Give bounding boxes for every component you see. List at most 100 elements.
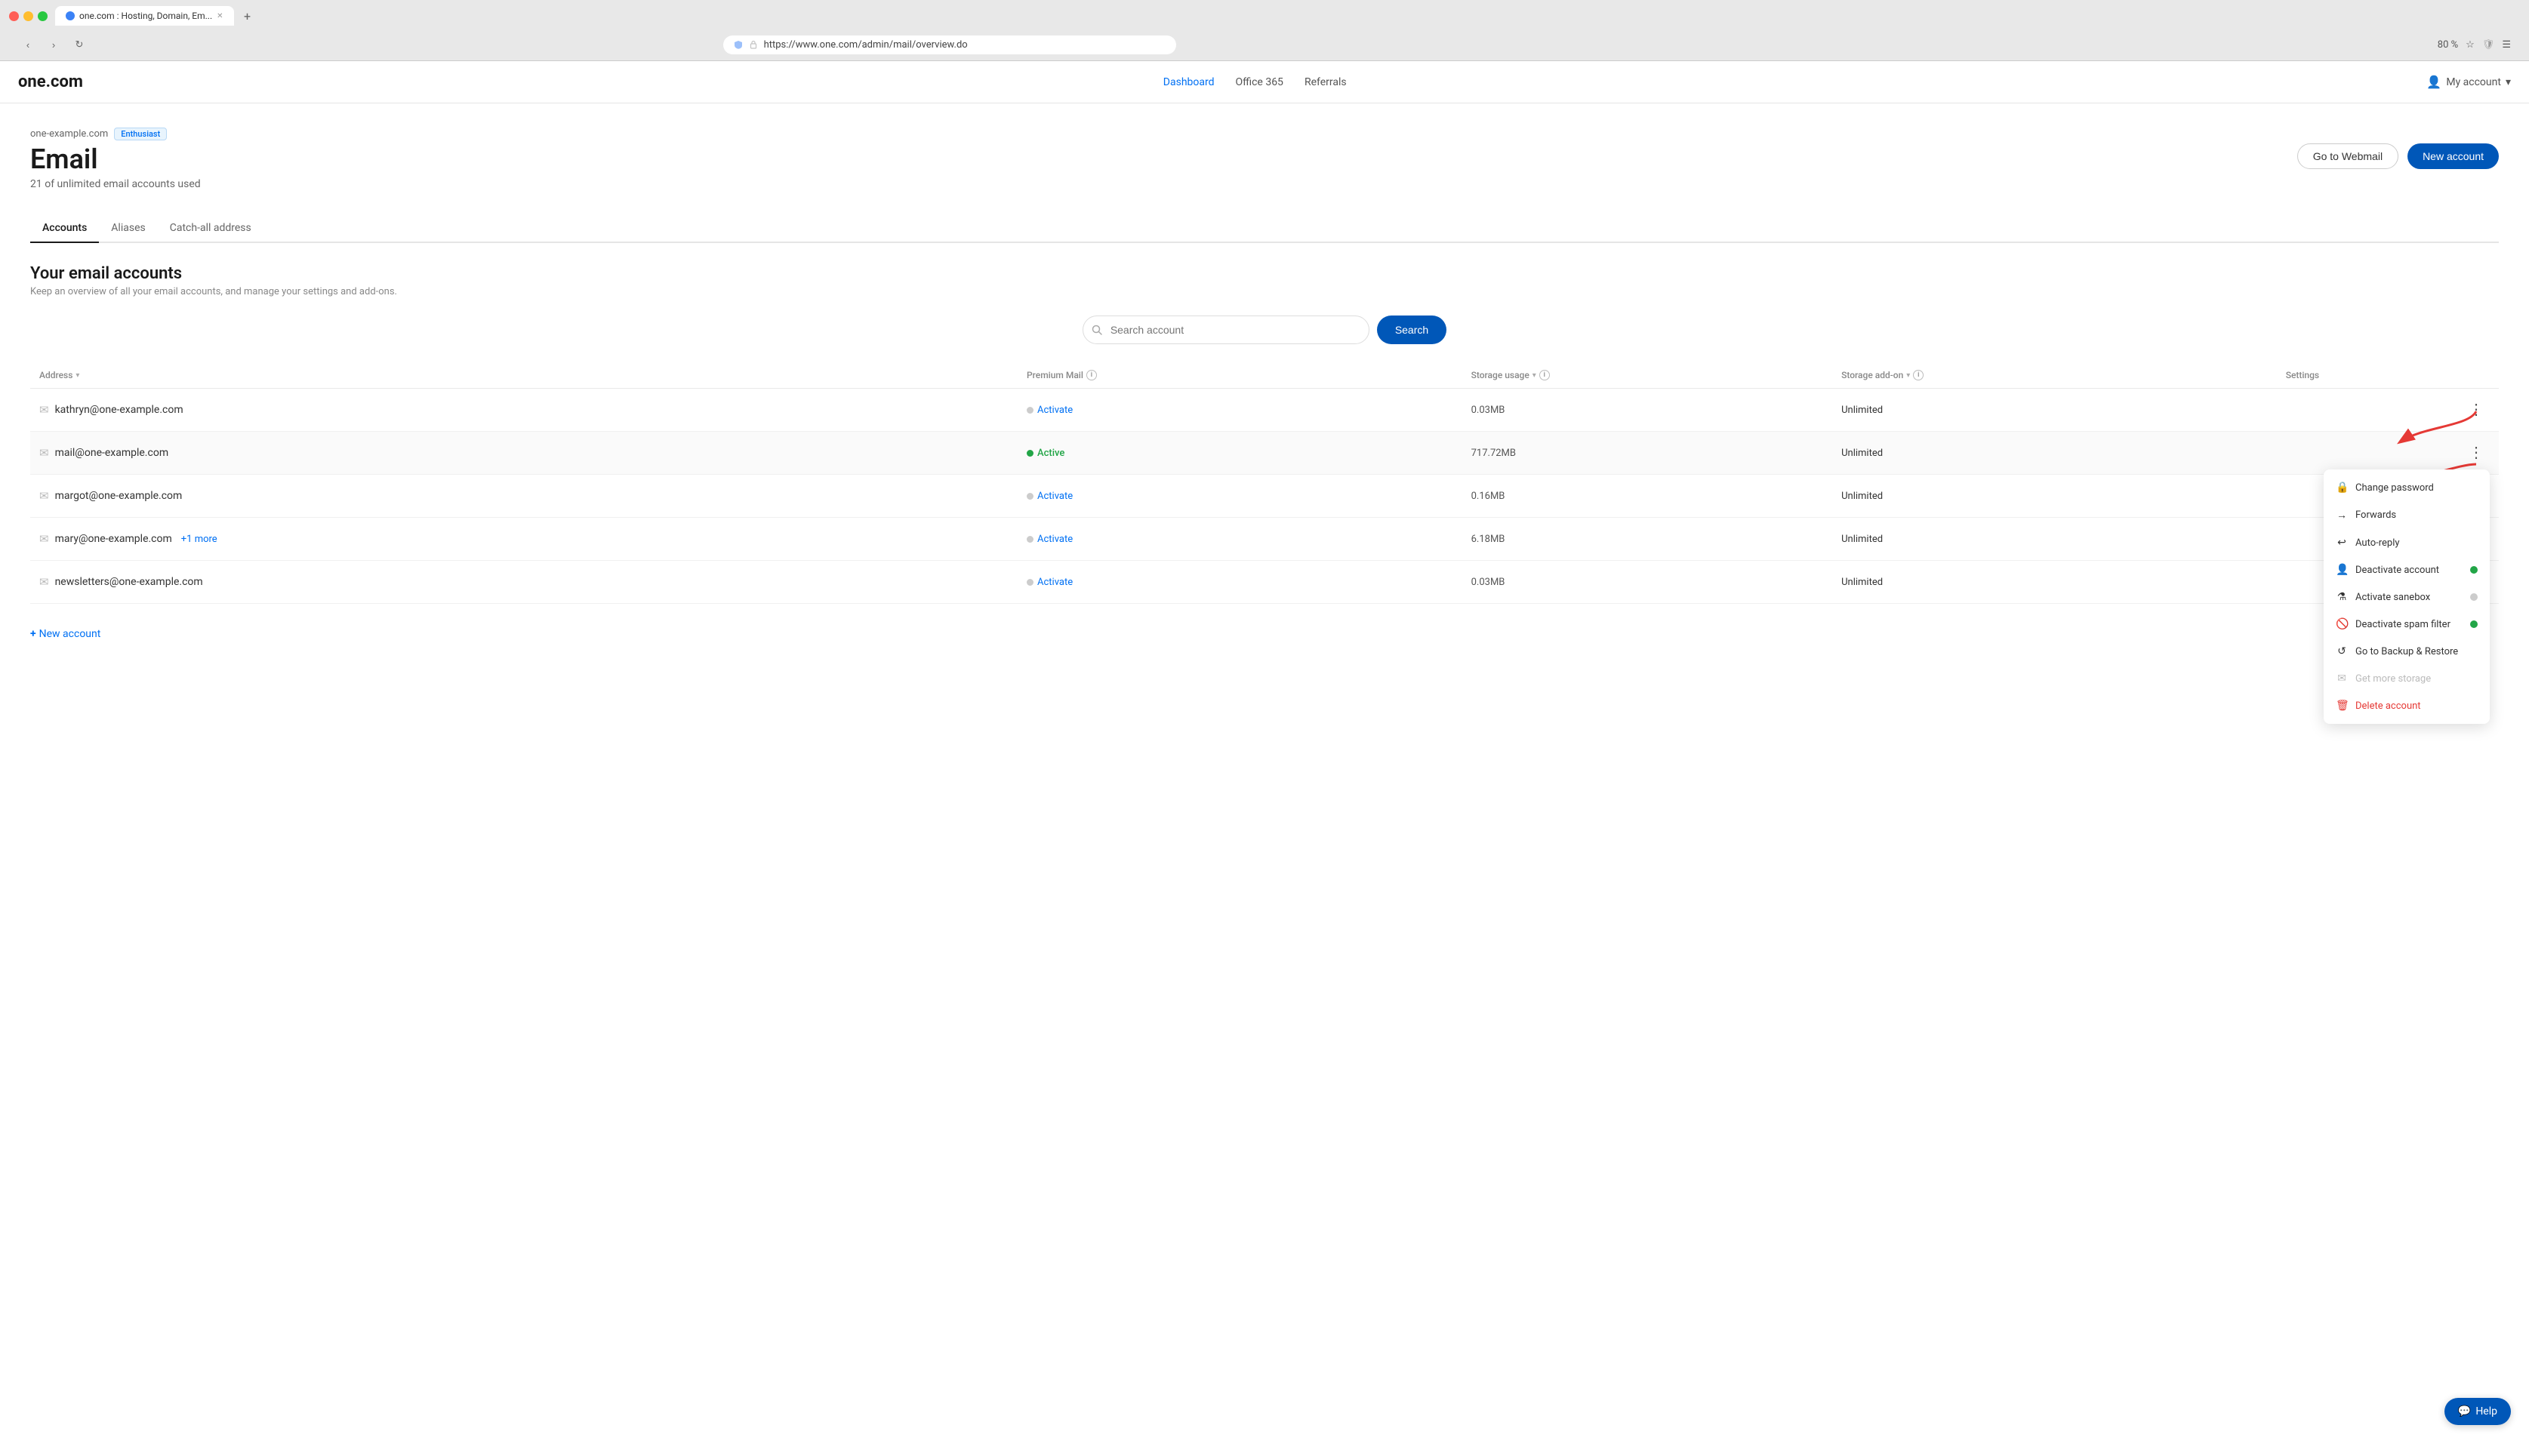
domain-name: one-example.com <box>30 128 108 140</box>
row-menu-btn-active[interactable]: ⋮ <box>2463 442 2490 463</box>
tab-accounts[interactable]: Accounts <box>30 214 99 243</box>
page-subtitle: 21 of unlimited email accounts used <box>30 178 201 190</box>
help-button[interactable]: 💬 Help <box>2444 1398 2511 1425</box>
dropdown-sanebox[interactable]: ⚗ Activate sanebox <box>2324 583 2490 611</box>
activate-status[interactable]: Activate <box>1027 405 1453 416</box>
settings-col-wrap: ⋮ 🔒 Change password → Forwar <box>2286 442 2490 463</box>
row-menu-btn[interactable]: ⋮ <box>2463 399 2490 420</box>
row-address-cell: ✉ mary@one-example.com +1 more <box>30 518 1018 561</box>
forward-btn[interactable]: › <box>44 35 63 54</box>
bookmark-icon[interactable]: ☆ <box>2466 39 2475 51</box>
dropdown-more-storage: ✉ Get more storage <box>2324 665 2490 692</box>
nav-office365[interactable]: Office 365 <box>1236 76 1283 88</box>
trash-icon: 🗑 <box>2336 700 2348 712</box>
email-user-icon: ✉ <box>39 575 49 589</box>
row-addon-cell: Unlimited <box>1832 475 2277 518</box>
activate-status[interactable]: Activate <box>1027 534 1453 545</box>
email-user-icon: ✉ <box>39 532 49 546</box>
dropdown-backup[interactable]: ↺ Go to Backup & Restore <box>2324 638 2490 665</box>
activate-status[interactable]: Activate <box>1027 491 1453 502</box>
row-addon-cell: Unlimited <box>1832 389 2277 432</box>
maximize-window-btn[interactable] <box>38 11 48 21</box>
new-account-button[interactable]: New account <box>2407 143 2499 169</box>
row-storage-cell: 6.18MB <box>1462 518 1833 561</box>
table-row: ✉ mail@one-example.com Active 717.72MB <box>30 432 2499 475</box>
email-extra-label: +1 more <box>181 534 217 545</box>
account-icon: 👤 <box>2426 75 2441 89</box>
email-address-wrap: ✉ kathryn@one-example.com <box>39 403 1009 417</box>
table-row: ✉ margot@one-example.com Activate 0.16MB <box>30 475 2499 518</box>
row-address-cell: ✉ margot@one-example.com <box>30 475 1018 518</box>
dropdown-label: Change password <box>2355 482 2434 494</box>
dropdown-deactivate-account[interactable]: 👤 Deactivate account <box>2324 556 2490 583</box>
row-premium-cell: Activate <box>1018 389 1462 432</box>
email-user-icon: ✉ <box>39 489 49 503</box>
email-table-wrap: Address ▾ Premium Mail i Storage usage <box>30 362 2499 604</box>
url-bar[interactable]: https://www.one.com/admin/mail/overview.… <box>723 35 1176 54</box>
row-addon-cell: Unlimited <box>1832 561 2277 604</box>
envelope-icon: ✉ <box>2336 673 2348 685</box>
go-to-webmail-button[interactable]: Go to Webmail <box>2297 143 2398 169</box>
dropdown-forwards[interactable]: → Forwards <box>2324 501 2490 529</box>
addon-value: Unlimited <box>1841 405 1883 416</box>
tab-catch-all[interactable]: Catch-all address <box>158 214 263 243</box>
tab-close-btn[interactable]: ✕ <box>217 12 223 20</box>
dropdown-label: Deactivate spam filter <box>2355 619 2450 630</box>
close-window-btn[interactable] <box>9 11 19 21</box>
storage-value: 717.72MB <box>1471 448 1516 459</box>
addon-sort-icon[interactable]: ▾ <box>1906 371 1910 380</box>
addon-value: Unlimited <box>1841 534 1883 545</box>
row-addon-cell: Unlimited <box>1832 432 2277 475</box>
nav-dashboard[interactable]: Dashboard <box>1163 76 1215 88</box>
premium-info-icon[interactable]: i <box>1086 370 1097 380</box>
addon-value: Unlimited <box>1841 448 1883 459</box>
email-address: mail@one-example.com <box>55 447 169 459</box>
page-title: Email <box>30 143 201 175</box>
back-btn[interactable]: ‹ <box>18 35 38 54</box>
status-indicator-green2 <box>2470 620 2478 628</box>
new-tab-btn[interactable]: + <box>239 7 257 25</box>
storage-value: 0.16MB <box>1471 491 1505 502</box>
new-account-link[interactable]: + New account <box>30 628 100 640</box>
menu-icon[interactable]: ☰ <box>2502 39 2511 51</box>
domain-label: one-example.com Enthusiast <box>30 128 2499 140</box>
status-label: Activate <box>1037 534 1073 545</box>
minimize-window-btn[interactable] <box>23 11 33 21</box>
row-address-cell: ✉ mail@one-example.com <box>30 432 1018 475</box>
browser-tab[interactable]: one.com : Hosting, Domain, Em... ✕ <box>55 6 234 26</box>
addon-value: Unlimited <box>1841 491 1883 502</box>
lock-icon: 🔒 <box>2336 482 2348 494</box>
tab-bar: one.com : Hosting, Domain, Em... ✕ + <box>55 6 257 26</box>
reply-icon: ↩ <box>2336 537 2348 549</box>
email-user-icon: ✉ <box>39 403 49 417</box>
search-button[interactable]: Search <box>1377 316 1446 344</box>
col-address-header: Address ▾ <box>30 362 1018 389</box>
col-storage-header: Storage usage ▾ i <box>1462 362 1833 389</box>
email-table: Address ▾ Premium Mail i Storage usage <box>30 362 2499 604</box>
my-account-menu[interactable]: 👤 My account ▾ <box>2426 75 2511 89</box>
help-chat-icon: 💬 <box>2458 1405 2471 1418</box>
status-label: Activate <box>1037 405 1073 416</box>
shield-status-icon: 🛡 <box>2482 39 2495 51</box>
addon-info-icon[interactable]: i <box>1913 370 1924 380</box>
storage-info-icon[interactable]: i <box>1539 370 1550 380</box>
row-storage-cell: 0.03MB <box>1462 389 1833 432</box>
dropdown-label: Activate sanebox <box>2355 592 2430 603</box>
email-address: kathryn@one-example.com <box>55 404 183 416</box>
address-sort-icon[interactable]: ▾ <box>75 371 79 380</box>
active-status[interactable]: Active <box>1027 448 1453 459</box>
storage-sort-icon[interactable]: ▾ <box>1532 371 1536 380</box>
dropdown-autoreply[interactable]: ↩ Auto-reply <box>2324 529 2490 556</box>
activate-status[interactable]: Activate <box>1027 577 1453 588</box>
col-premium-header: Premium Mail i <box>1018 362 1462 389</box>
search-input-wrap <box>1083 316 1369 344</box>
tab-aliases[interactable]: Aliases <box>99 214 157 243</box>
settings-col-label: Settings <box>2286 370 2319 380</box>
dropdown-change-password[interactable]: 🔒 Change password <box>2324 474 2490 501</box>
dropdown-deactivate-spam[interactable]: 🚫 Deactivate spam filter <box>2324 611 2490 638</box>
three-dots-wrap: ⋮ <box>2463 399 2490 420</box>
dropdown-delete-account[interactable]: 🗑 Delete account <box>2324 692 2490 719</box>
reload-btn[interactable]: ↻ <box>69 35 89 54</box>
nav-referrals[interactable]: Referrals <box>1305 76 1347 88</box>
search-input[interactable] <box>1083 316 1369 344</box>
